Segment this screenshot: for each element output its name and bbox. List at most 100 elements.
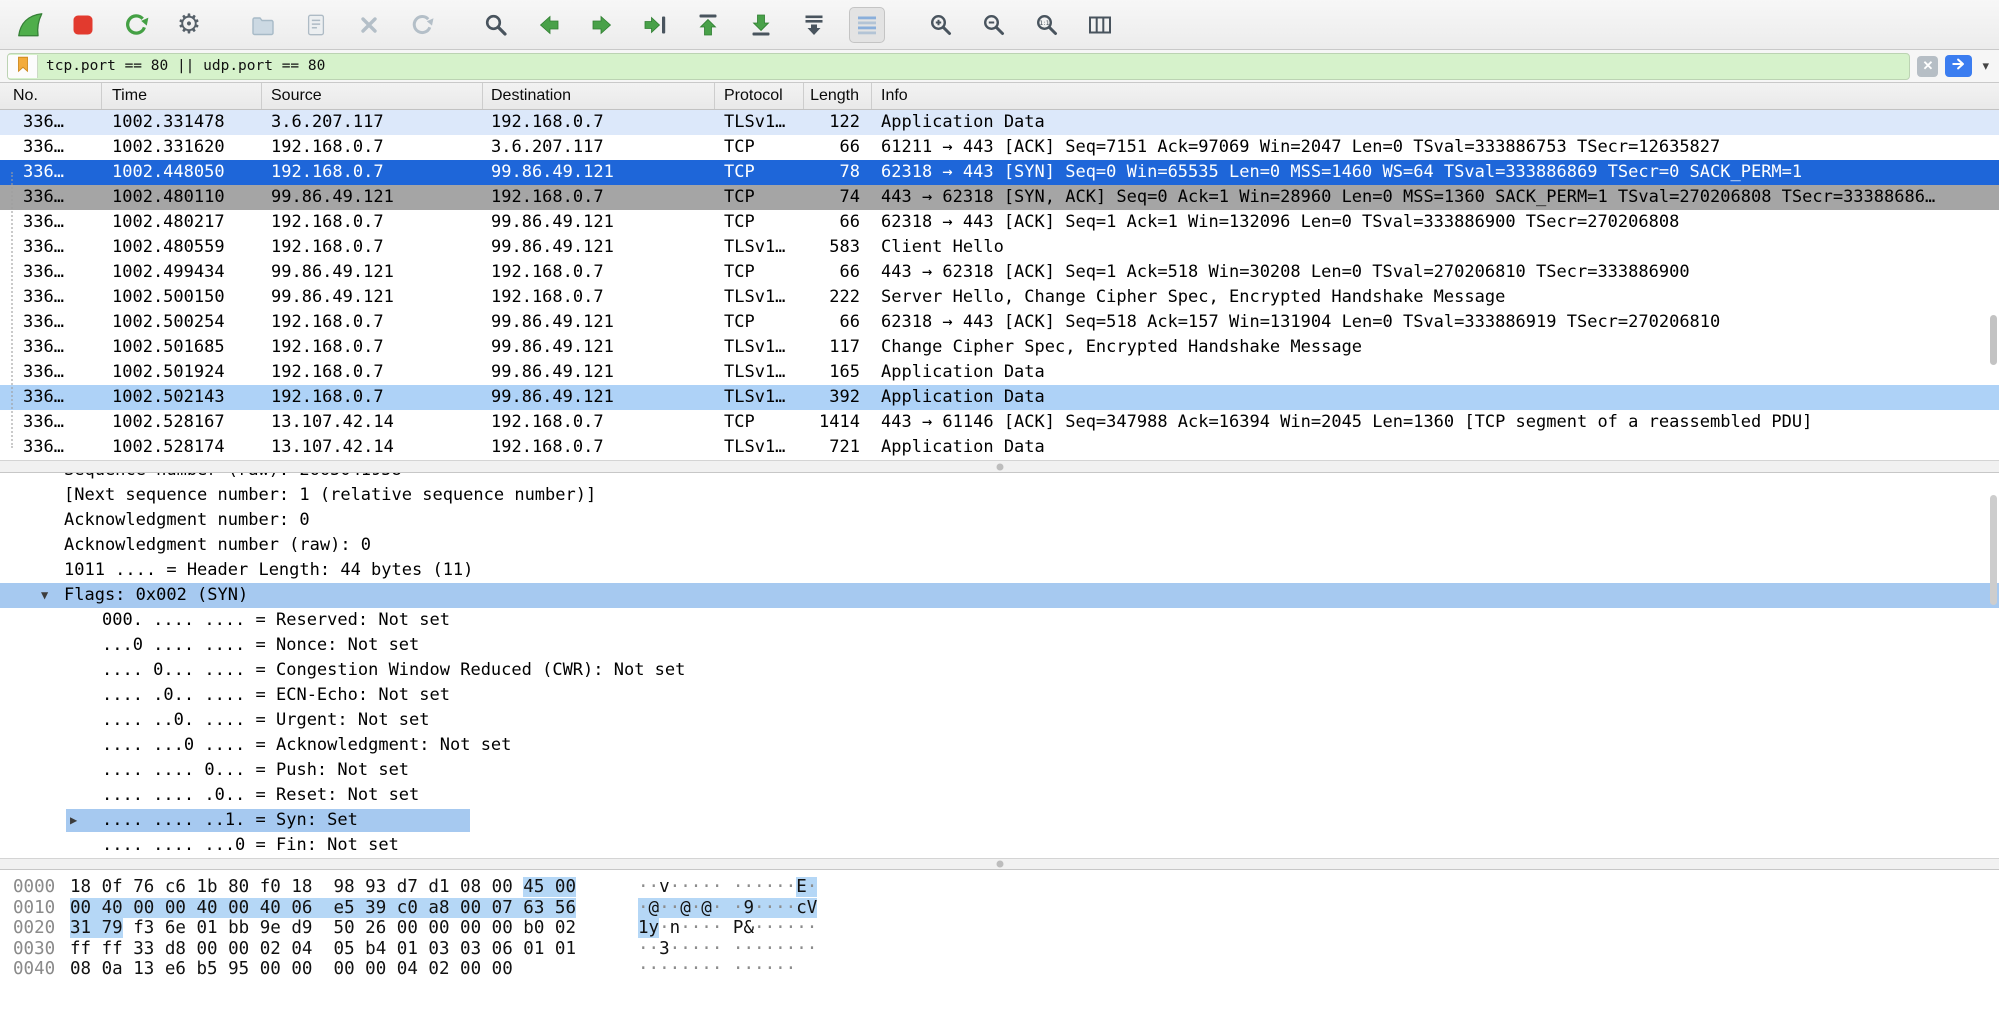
stop-capture-button[interactable] [65, 7, 101, 43]
details-scrollbar[interactable] [1990, 495, 1997, 605]
hex-row[interactable]: 002031 79 f3 6e 01 bb 9e d9 50 26 00 00 … [0, 918, 1999, 939]
filter-bookmark-button[interactable] [8, 55, 38, 78]
detail-row[interactable]: Acknowledgment number (raw): 0 [0, 533, 1999, 558]
packet-row[interactable]: 336…1002.48011099.86.49.121192.168.0.7TC… [0, 185, 1999, 210]
packet-row[interactable]: 336…1002.500254192.168.0.799.86.49.121TC… [0, 310, 1999, 335]
filter-apply-button[interactable] [1945, 55, 1972, 77]
detail-row[interactable]: Acknowledgment number: 0 [0, 508, 1999, 533]
packet-row[interactable]: 336…1002.502143192.168.0.799.86.49.121TL… [0, 385, 1999, 410]
zoom-original-button[interactable]: 1:1 [1029, 7, 1065, 43]
detail-row[interactable]: .... .0.. .... = ECN-Echo: Not set [0, 683, 1999, 708]
detail-row[interactable]: .... 0... .... = Congestion Window Reduc… [0, 658, 1999, 683]
packet-row[interactable]: 336…1002.480559192.168.0.799.86.49.121TL… [0, 235, 1999, 260]
info-cell: Change Cipher Spec, Encrypted Handshake … [872, 335, 1999, 360]
detail-row[interactable]: 1011 .... = Header Length: 44 bytes (11) [0, 558, 1999, 583]
column-header-length[interactable]: Length [804, 83, 872, 109]
pane-splitter-top[interactable] [0, 460, 1999, 473]
open-capture-button[interactable] [245, 7, 281, 43]
toolbar-group [478, 7, 885, 43]
colorize-packets-button[interactable] [849, 7, 885, 43]
packet-row[interactable]: 336…1002.501924192.168.0.799.86.49.121TL… [0, 360, 1999, 385]
start-capture-button[interactable] [12, 7, 48, 43]
collapse-arrow-icon[interactable]: ▼ [41, 583, 48, 608]
protocol-cell: TCP [715, 185, 804, 210]
source-cell: 99.86.49.121 [262, 185, 483, 210]
info-cell: Application Data [872, 385, 1999, 410]
source-cell: 192.168.0.7 [262, 310, 483, 335]
resize-columns-button[interactable] [1082, 7, 1118, 43]
detail-text: 000. .... .... = Reserved: Not set [102, 610, 450, 630]
zoom-in-button[interactable] [923, 7, 959, 43]
column-header-info[interactable]: Info [872, 83, 1999, 109]
detail-row[interactable]: .... .... 0... = Push: Not set [0, 758, 1999, 783]
no-cell: 336… [0, 285, 102, 310]
restart-capture-button[interactable] [118, 7, 154, 43]
capture-options-button[interactable]: ⚙ [171, 7, 207, 43]
detail-row[interactable]: .... ..0. .... = Urgent: Not set [0, 708, 1999, 733]
arrow-right-icon [588, 12, 616, 38]
toolbar-group: 1:1 [923, 7, 1118, 43]
wireshark-fin-icon [15, 9, 45, 41]
find-packet-button[interactable] [478, 7, 514, 43]
packet-row[interactable]: 336…1002.331620192.168.0.73.6.207.117TCP… [0, 135, 1999, 160]
column-header-time[interactable]: Time [102, 83, 262, 109]
detail-row[interactable]: Sequence number (raw): 2665041958 [0, 473, 1999, 483]
protocol-cell: TLSv1… [715, 335, 804, 360]
packet-row[interactable]: 336…1002.52816713.107.42.14192.168.0.7TC… [0, 410, 1999, 435]
protocol-cell: TLSv1… [715, 435, 804, 460]
packet-row[interactable]: 336…1002.3314783.6.207.117192.168.0.7TLS… [0, 110, 1999, 135]
go-to-first-packet-button[interactable] [690, 7, 726, 43]
detail-row[interactable]: ...0 .... .... = Nonce: Not set [0, 633, 1999, 658]
arrow-top-icon [695, 11, 721, 39]
packet-row[interactable]: 336…1002.49943499.86.49.121192.168.0.7TC… [0, 260, 1999, 285]
column-header-protocol[interactable]: Protocol [715, 83, 804, 109]
zoom-out-button[interactable] [976, 7, 1012, 43]
destination-cell: 99.86.49.121 [483, 210, 715, 235]
detail-row[interactable]: ▶.... .... ..1. = Syn: Set [0, 808, 1999, 833]
destination-cell: 99.86.49.121 [483, 310, 715, 335]
packet-row[interactable]: 336…1002.448050192.168.0.799.86.49.121TC… [0, 160, 1999, 185]
expand-arrow-icon[interactable]: ▶ [70, 808, 77, 833]
filter-dropdown-caret[interactable]: ▾ [1979, 58, 1992, 74]
save-capture-button[interactable] [298, 7, 334, 43]
column-header-source[interactable]: Source [262, 83, 483, 109]
info-cell: 62318 → 443 [SYN] Seq=0 Win=65535 Len=0 … [872, 160, 1999, 185]
packet-list-scrollbar[interactable] [1990, 315, 1997, 365]
hex-row[interactable]: 004008 0a 13 e6 b5 95 00 00 00 00 04 02 … [0, 959, 1999, 980]
info-cell: 443 → 62318 [ACK] Seq=1 Ack=518 Win=3020… [872, 260, 1999, 285]
bookmark-icon [14, 55, 32, 78]
length-cell: 222 [804, 285, 872, 310]
hex-bytes: 08 0a 13 e6 b5 95 00 00 00 00 04 02 00 0… [70, 959, 638, 980]
packet-row[interactable]: 336…1002.50015099.86.49.121192.168.0.7TL… [0, 285, 1999, 310]
go-to-last-packet-button[interactable] [743, 7, 779, 43]
go-to-packet-button[interactable] [637, 7, 673, 43]
packet-row[interactable]: 336…1002.501685192.168.0.799.86.49.121TL… [0, 335, 1999, 360]
auto-scroll-button[interactable] [796, 7, 832, 43]
display-filter-input[interactable] [38, 58, 1909, 74]
time-cell: 1002.528167 [102, 410, 262, 435]
go-back-button[interactable] [531, 7, 567, 43]
column-header-no[interactable]: No. [0, 83, 102, 109]
colorize-icon [854, 11, 880, 39]
column-header-destination[interactable]: Destination [483, 83, 715, 109]
detail-row[interactable]: 000. .... .... = Reserved: Not set [0, 608, 1999, 633]
packet-row[interactable]: 336…1002.52817413.107.42.14192.168.0.7TL… [0, 435, 1999, 460]
detail-row[interactable]: .... .... ...0 = Fin: Not set [0, 833, 1999, 858]
display-filter-field[interactable] [7, 53, 1910, 80]
source-cell: 13.107.42.14 [262, 410, 483, 435]
detail-row[interactable]: ▼Flags: 0x002 (SYN) [0, 583, 1999, 608]
close-capture-button[interactable] [351, 7, 387, 43]
reload-capture-button[interactable] [404, 7, 440, 43]
protocol-cell: TLSv1… [715, 235, 804, 260]
hex-row[interactable]: 0030ff ff 33 d8 00 00 02 04 05 b4 01 03 … [0, 939, 1999, 960]
packet-row[interactable]: 336…1002.480217192.168.0.799.86.49.121TC… [0, 210, 1999, 235]
detail-row[interactable]: .... .... .0.. = Reset: Not set [0, 783, 1999, 808]
filter-clear-button[interactable]: ✕ [1917, 56, 1938, 77]
pane-splitter-bottom[interactable] [0, 858, 1999, 870]
hex-row[interactable]: 001000 40 00 00 40 00 40 06 e5 39 c0 a8 … [0, 898, 1999, 919]
go-forward-button[interactable] [584, 7, 620, 43]
detail-row[interactable]: .... ...0 .... = Acknowledgment: Not set [0, 733, 1999, 758]
hex-row[interactable]: 000018 0f 76 c6 1b 80 f0 18 98 93 d7 d1 … [0, 877, 1999, 898]
detail-row[interactable]: [Next sequence number: 1 (relative seque… [0, 483, 1999, 508]
gear-icon: ⚙ [177, 11, 201, 38]
